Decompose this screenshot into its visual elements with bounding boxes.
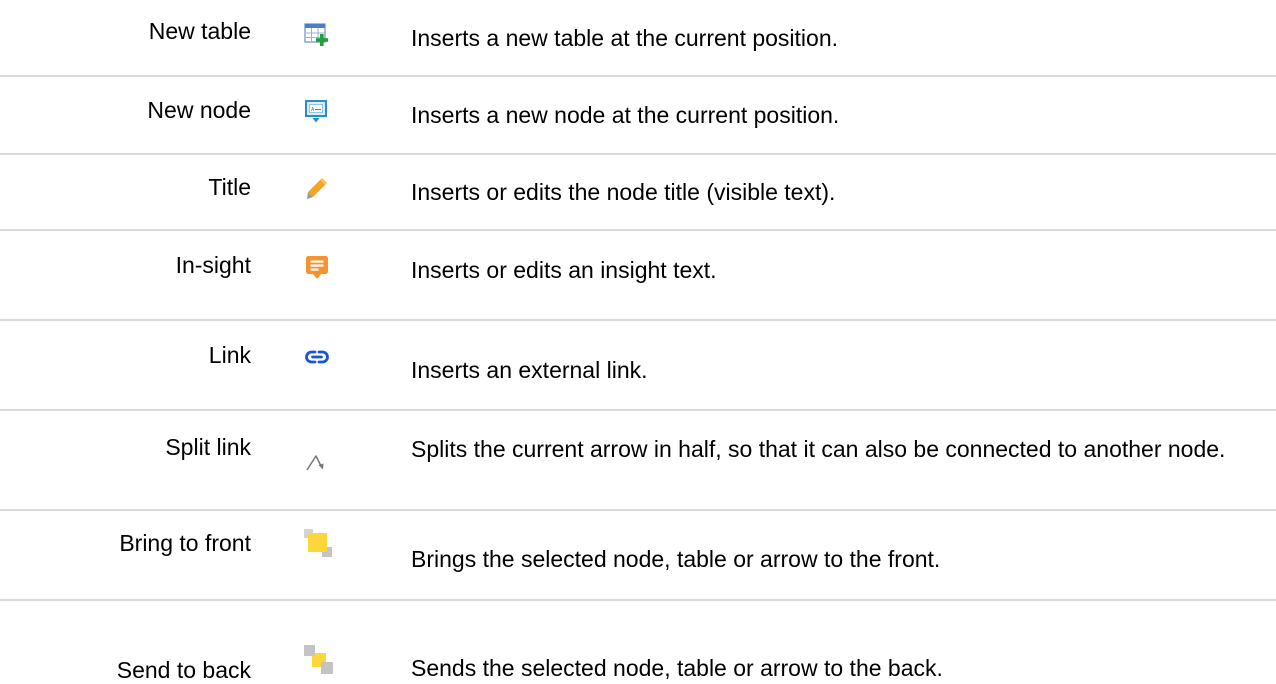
table-add-icon [304,22,330,48]
row-divider [0,229,1276,231]
row-description: Inserts a new node at the current positi… [411,102,840,128]
row-description: Inserts a new table at the current posit… [411,25,839,51]
row-label: New table [148,18,251,44]
row-label: Send to back [116,657,251,683]
comment-icon [304,254,330,280]
row-label: In-sight [175,252,251,278]
row-label: Link [208,342,251,368]
send-to-back-icon [304,645,334,675]
node-add-icon: A [304,99,330,125]
split-arrow-icon [304,448,330,474]
row-divider [0,599,1276,601]
row-description: Inserts or edits the node title (visible… [411,179,836,205]
pencil-icon [304,175,330,201]
row-divider [0,75,1276,77]
row-description: Splits the current arrow in half, so tha… [411,436,1226,462]
row-label: New node [147,97,251,123]
row-label: Bring to front [119,530,251,556]
row-description: Sends the selected node, table or arrow … [411,655,943,681]
row-divider [0,319,1276,321]
row-description: Inserts or edits an insight text. [411,257,717,283]
row-description: Brings the selected node, table or arrow… [411,546,941,572]
row-divider [0,509,1276,511]
row-label: Title [208,174,251,200]
link-icon [304,344,330,370]
row-divider [0,153,1276,155]
bring-to-front-icon [304,529,334,559]
row-label: Split link [165,434,251,460]
row-description: Inserts an external link. [411,357,648,383]
row-divider [0,409,1276,411]
